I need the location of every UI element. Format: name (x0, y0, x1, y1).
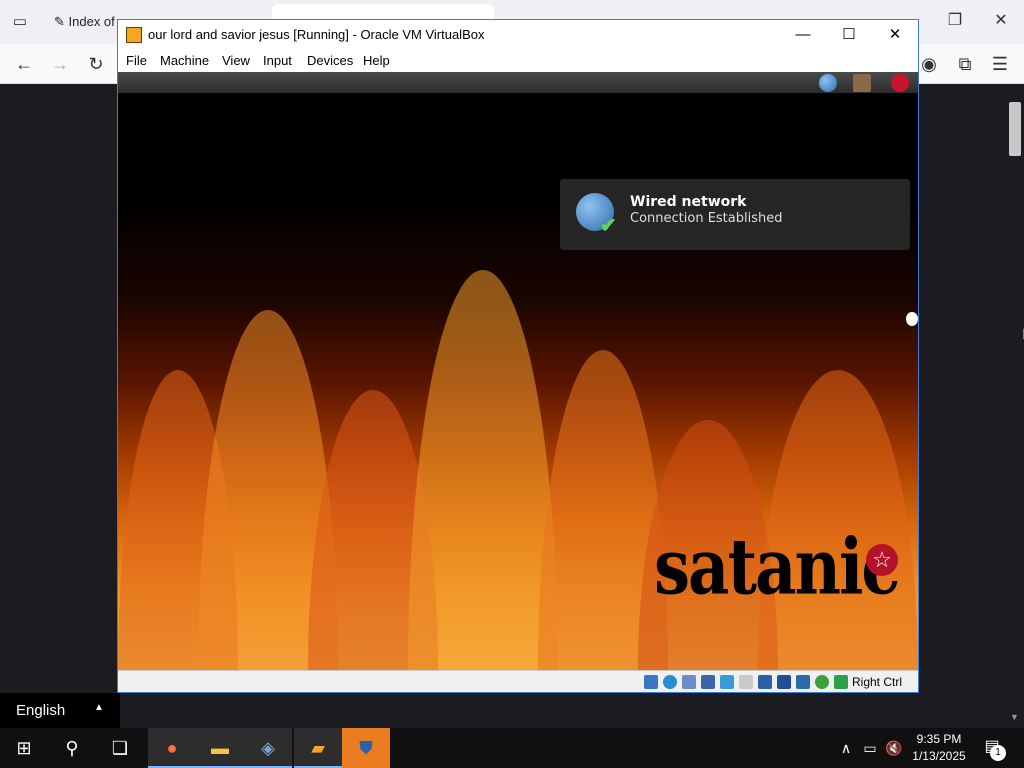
shared-folders-icon[interactable] (739, 675, 753, 689)
display-icon[interactable] (758, 675, 772, 689)
search-icon[interactable]: ⚲ (48, 728, 96, 768)
file-explorer-icon[interactable]: ▬ (196, 728, 244, 768)
guest-additions-icon[interactable] (815, 675, 829, 689)
language-bar[interactable]: English ▲ (0, 693, 120, 728)
back-icon[interactable]: ← (10, 50, 38, 78)
start-icon[interactable]: ⊞ (0, 728, 48, 768)
network-notification[interactable]: ✔ Wired network Connection Established (560, 179, 910, 250)
virtualbox-app-icon (126, 27, 142, 43)
guest-screen[interactable]: ✔ Wired network Connection Established s… (118, 72, 918, 670)
mouse-integration-icon[interactable] (834, 675, 848, 689)
menu-machine[interactable]: Machine (160, 53, 209, 68)
flame-decoration (758, 370, 918, 670)
status-bar: Right Ctrl (118, 670, 918, 692)
show-hidden-icons-icon[interactable]: ∧ (836, 728, 856, 768)
scrollbar-thumb[interactable] (1009, 102, 1021, 156)
network-icon[interactable] (819, 74, 837, 92)
host-key-label: Right Ctrl (852, 675, 903, 689)
flame-decoration (408, 270, 558, 670)
notification-title: Wired network (630, 194, 747, 210)
guest-top-panel (118, 72, 918, 93)
optical-drive-icon[interactable] (663, 675, 677, 689)
distro-logo: satanic (654, 522, 900, 613)
clock-date: 1/13/2025 (912, 749, 966, 763)
restore-icon[interactable]: ❐ (938, 6, 972, 36)
forward-icon[interactable]: → (46, 50, 74, 78)
virtualbox-vm-icon[interactable]: ▰ (294, 728, 342, 768)
window-title: our lord and savior jesus [Running] - Or… (148, 27, 485, 42)
virtualbox-manager-icon[interactable]: ◈ (244, 728, 292, 768)
extensions-icon[interactable]: ⧉ (951, 50, 979, 78)
virtualbox-window: our lord and savior jesus [Running] - Or… (117, 19, 919, 693)
scroll-down-icon[interactable]: ▼ (1010, 712, 1020, 722)
network-adapter-icon[interactable] (701, 675, 715, 689)
menu-devices[interactable]: Devices (307, 53, 353, 68)
power-icon[interactable] (891, 74, 909, 92)
close-icon[interactable]: ✕ (984, 6, 1018, 36)
network-tray-icon[interactable]: ▭ (860, 728, 880, 768)
menu-file[interactable]: File (126, 53, 147, 68)
menu-icon[interactable]: ☰ (986, 50, 1014, 78)
caret-up-icon[interactable]: ▲ (94, 702, 104, 713)
hard-disk-icon[interactable] (644, 675, 658, 689)
notification-body: Connection Established (630, 211, 783, 226)
shield-icon[interactable]: ⛊ (342, 728, 390, 768)
pentagram-icon: ☆ (866, 544, 898, 576)
tab-list-icon[interactable]: ▭ (8, 10, 32, 34)
window-titlebar[interactable]: our lord and savior jesus [Running] - Or… (118, 20, 918, 50)
clock-time: 9:35 PM (916, 732, 962, 746)
recording-icon[interactable] (777, 675, 791, 689)
volume-muted-icon[interactable]: 🔇 (884, 728, 904, 768)
reload-icon[interactable]: ↻ (82, 50, 110, 78)
taskbar-clock[interactable]: 9:35 PM 1/13/2025 (908, 731, 970, 765)
language-label: English (16, 702, 66, 719)
close-icon[interactable]: ✕ (872, 20, 918, 50)
firefox-icon[interactable]: ● (148, 728, 196, 768)
audio-icon[interactable] (682, 675, 696, 689)
maximize-icon[interactable]: ☐ (826, 20, 872, 50)
usb-icon[interactable] (720, 675, 734, 689)
taskbar: ⊞ ⚲ ❏ ● ▬ ◈ ▰ ⛊ ∧ ▭ 🔇 9:35 PM 1/13/2025 … (0, 728, 1024, 768)
guest-cursor (906, 312, 918, 326)
menu-input[interactable]: Input (263, 53, 292, 68)
checkmark-icon: ✔ (600, 215, 617, 237)
cpu-icon[interactable] (796, 675, 810, 689)
menu-view[interactable]: View (222, 53, 250, 68)
battery-icon[interactable] (853, 74, 871, 92)
account-icon[interactable]: ◉ (915, 50, 943, 78)
page-scrollbar[interactable]: ▼ (1006, 86, 1024, 728)
notification-badge: 1 (990, 745, 1006, 761)
menu-help[interactable]: Help (363, 53, 390, 68)
minimize-icon[interactable]: — (780, 20, 826, 50)
task-view-icon[interactable]: ❏ (96, 728, 144, 768)
menu-bar: File Machine View Input Devices Help (118, 50, 918, 72)
